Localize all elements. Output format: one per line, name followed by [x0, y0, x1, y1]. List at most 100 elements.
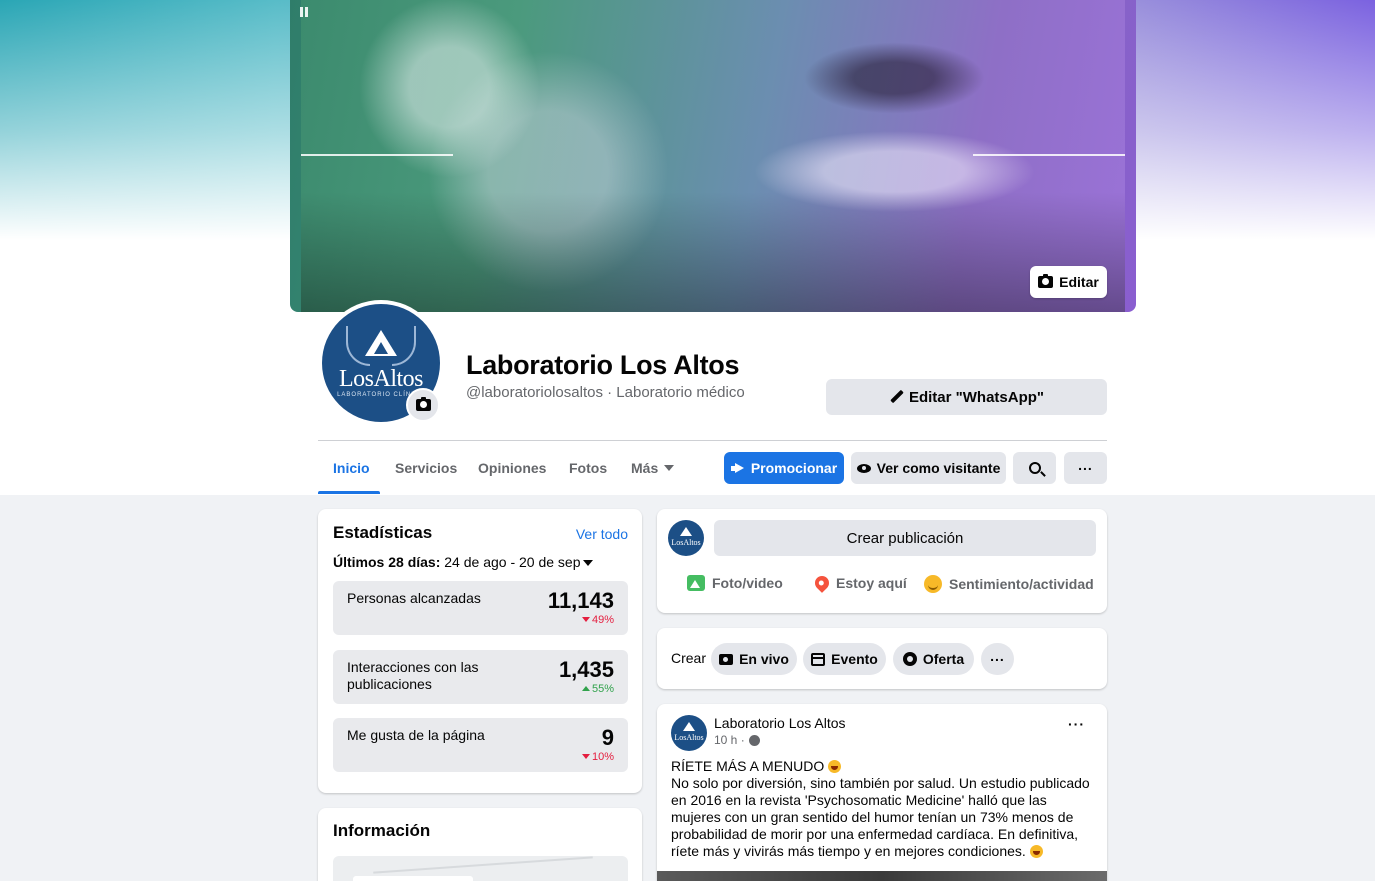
info-title: Información [333, 821, 431, 840]
post-timestamp[interactable]: 10 h · [714, 733, 760, 747]
stat-delta: 49% [581, 614, 614, 626]
create-bar: Crear En vivo Evento Oferta ... [657, 628, 1107, 689]
stat-delta: 55% [581, 683, 614, 695]
cover-guide-left [301, 154, 453, 156]
stat-engagement[interactable]: Interacciones con las publicaciones 1,43… [333, 650, 628, 704]
stat-value: 1,435 [558, 657, 614, 682]
eye-icon [856, 463, 871, 473]
tab-servicios[interactable]: Servicios [380, 452, 472, 484]
active-tab-indicator [318, 491, 380, 494]
arrow-down-icon [581, 617, 590, 622]
laughing-emoji-icon [828, 760, 842, 773]
search-button[interactable] [1013, 452, 1056, 484]
camera-icon [415, 397, 431, 411]
live-button[interactable]: En vivo [711, 643, 797, 675]
promote-label: Promocionar [750, 460, 838, 476]
cover-video[interactable]: Editar [290, 0, 1136, 312]
tab-fotos[interactable]: Fotos [554, 452, 622, 484]
more-create-button[interactable]: ... [981, 643, 1014, 675]
edit-whatsapp-button[interactable]: Editar "WhatsApp" [826, 379, 1107, 415]
check-in-button[interactable]: Estoy aquí [812, 573, 907, 593]
tab-inicio[interactable]: Inicio [318, 452, 385, 484]
more-icon: ... [1078, 457, 1093, 473]
live-label: En vivo [739, 651, 789, 667]
tab-label: Fotos [569, 460, 608, 476]
post-options-button[interactable]: ··· [1068, 716, 1085, 732]
arrow-down-icon [581, 754, 590, 759]
photo-video-button[interactable]: Foto/video [687, 575, 783, 591]
calendar-icon [811, 652, 826, 666]
video-camera-icon [719, 653, 734, 665]
more-options-button[interactable]: ... [1064, 452, 1107, 484]
offer-label: Oferta [922, 651, 965, 667]
pause-icon[interactable] [299, 7, 309, 19]
camera-icon [1038, 274, 1054, 288]
edit-whatsapp-label: Editar "WhatsApp" [908, 388, 1045, 406]
map-preview[interactable] [333, 856, 628, 881]
pencil-icon [889, 390, 903, 404]
edit-cover-button[interactable]: Editar [1030, 266, 1107, 298]
stats-title: Estadísticas [333, 523, 433, 542]
post-headline: RÍETE MÁS A MENUDO [671, 758, 825, 774]
composer-card: LosAltos Crear publicación Foto/video Es… [657, 509, 1107, 613]
update-profile-picture-button[interactable] [406, 388, 440, 422]
post-image[interactable] [657, 871, 1107, 881]
tab-label: Inicio [333, 460, 370, 476]
post-time-text: 10 h · [714, 733, 745, 747]
photo-icon [687, 575, 705, 591]
rofl-emoji-icon [1029, 845, 1043, 858]
event-button[interactable]: Evento [803, 643, 886, 675]
stat-reach[interactable]: Personas alcanzadas 11,143 49% [333, 581, 628, 635]
arrow-up-icon [581, 686, 590, 691]
search-icon [1028, 462, 1041, 474]
create-label: Crear [671, 650, 707, 666]
tab-label: Servicios [395, 460, 458, 476]
stat-page-likes[interactable]: Me gusta de la página 9 10% [333, 718, 628, 772]
page-handle: @laboratoriolosaltos · Laboratorio médic… [466, 384, 745, 401]
stat-label: Me gusta de la página [347, 727, 485, 743]
feeling-activity-button[interactable]: Sentimiento/actividad [924, 575, 1094, 593]
see-all-link[interactable]: Ver todo [576, 526, 628, 542]
stat-label: Interacciones con las publicaciones [347, 659, 479, 692]
stats-card: Estadísticas Ver todo Últimos 28 días: 2… [318, 509, 642, 793]
view-as-visitor-label: Ver como visitante [876, 460, 1001, 476]
view-as-visitor-button[interactable]: Ver como visitante [851, 452, 1006, 484]
header-divider [318, 440, 1107, 441]
page-title: Laboratorio Los Altos [466, 350, 740, 380]
promote-button[interactable]: Promocionar [724, 452, 844, 484]
tab-mas[interactable]: Más [616, 452, 689, 484]
offer-button[interactable]: Oferta [893, 643, 974, 675]
create-post-input[interactable]: Crear publicación [714, 520, 1096, 556]
range-label: Últimos 28 días: [333, 554, 441, 570]
stat-delta-value: 10% [591, 751, 614, 763]
tab-label: Más [631, 460, 659, 476]
avatar[interactable]: LosAltos [668, 520, 704, 556]
date-range-selector[interactable]: Últimos 28 días: 24 de ago - 20 de sep [333, 554, 593, 570]
offer-icon [902, 652, 917, 666]
event-label: Evento [831, 651, 878, 667]
check-in-label: Estoy aquí [836, 575, 907, 591]
cover-image [301, 0, 1125, 312]
globe-icon [748, 734, 760, 746]
logo-triangle-inner [374, 342, 388, 354]
feeling-label: Sentimiento/actividad [949, 576, 1094, 592]
stat-delta: 10% [581, 751, 614, 763]
more-icon: ... [990, 648, 1005, 664]
photo-video-label: Foto/video [712, 575, 783, 591]
stat-delta-value: 55% [591, 683, 614, 695]
smiley-icon [924, 575, 942, 593]
stat-value: 9 [601, 725, 614, 750]
post-author[interactable]: Laboratorio Los Altos [714, 715, 846, 731]
post-body: No solo por diversión, sino también por … [671, 775, 1090, 859]
tab-opiniones[interactable]: Opiniones [463, 452, 561, 484]
chevron-down-icon [664, 465, 675, 471]
megaphone-icon [730, 463, 745, 473]
avatar[interactable]: LosAltos [671, 715, 707, 751]
chevron-down-icon [582, 560, 593, 566]
stat-delta-value: 49% [591, 614, 614, 626]
stat-label: Personas alcanzadas [347, 590, 481, 606]
range-value: 24 de ago - 20 de sep [444, 554, 581, 570]
post-text: RÍETE MÁS A MENUDO No solo por diversión… [671, 758, 1091, 860]
tab-label: Opiniones [478, 460, 547, 476]
post-card: LosAltos Laboratorio Los Altos 10 h · ··… [657, 704, 1107, 881]
